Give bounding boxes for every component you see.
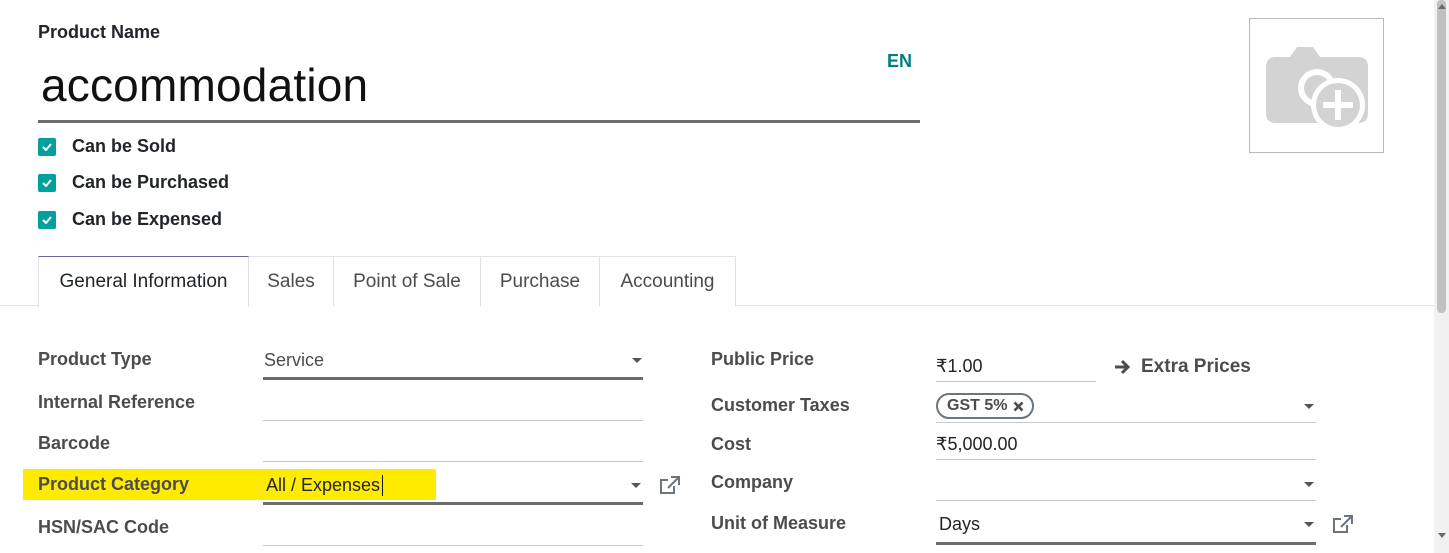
can-be-purchased-checkbox[interactable] — [38, 173, 56, 192]
cost-input[interactable]: ₹5,000.00 — [936, 428, 1316, 460]
arrow-right-icon — [1115, 359, 1131, 375]
checkmark-icon — [42, 178, 52, 187]
gst-tax-tag: GST 5% — [936, 393, 1035, 419]
product-type-select[interactable]: Service — [263, 344, 643, 380]
extra-prices-label: Extra Prices — [1141, 356, 1251, 377]
close-icon[interactable] — [1013, 401, 1024, 412]
barcode-input[interactable] — [263, 428, 643, 462]
external-link-icon[interactable] — [1332, 515, 1353, 534]
scroll-down-arrow[interactable] — [1438, 533, 1446, 538]
tab-point-of-sale[interactable]: Point of Sale — [333, 256, 481, 306]
tab-accounting[interactable]: Accounting — [599, 256, 736, 306]
caret-down-icon — [1304, 482, 1314, 487]
public-price-label: Public Price — [711, 349, 815, 369]
tab-general-information[interactable]: General Information — [38, 256, 249, 307]
caret-down-icon — [1304, 404, 1314, 409]
product-type-label: Product Type — [38, 349, 152, 369]
caret-down-icon — [1304, 522, 1314, 527]
can-be-expensed-label: Can be Expensed — [72, 209, 223, 229]
checkmark-icon — [42, 215, 52, 224]
product-image-upload[interactable] — [1249, 18, 1384, 153]
can-be-sold-label: Can be Sold — [72, 136, 177, 156]
external-link-icon[interactable] — [659, 476, 680, 495]
can-be-sold-row[interactable]: Can be Sold — [38, 136, 176, 157]
scrollbar-thumb[interactable] — [1437, 0, 1446, 313]
product-type-value: Service — [264, 350, 325, 370]
checkmark-icon — [42, 142, 52, 151]
unit-of-measure-select[interactable]: Days — [936, 508, 1316, 545]
product-category-label: Product Category — [38, 474, 190, 494]
caret-down-icon — [631, 483, 641, 488]
can-be-expensed-row[interactable]: Can be Expensed — [38, 209, 222, 230]
notebook-tabs: General Information Sales Point of Sale … — [0, 256, 1434, 307]
unit-of-measure-label: Unit of Measure — [711, 513, 847, 533]
tab-sales[interactable]: Sales — [248, 256, 334, 306]
can-be-expensed-checkbox[interactable] — [38, 210, 56, 229]
caret-down-icon — [632, 358, 642, 363]
unit-of-measure-value: Days — [939, 514, 981, 534]
hsn-sac-code-label: HSN/SAC Code — [38, 517, 170, 537]
barcode-label: Barcode — [38, 433, 111, 453]
scroll-up-arrow[interactable] — [1438, 4, 1446, 9]
camera-plus-icon — [1266, 47, 1368, 132]
product-name-value: accommodation — [41, 59, 369, 111]
extra-prices-button[interactable]: Extra Prices — [1114, 356, 1251, 378]
internal-reference-label: Internal Reference — [38, 392, 196, 412]
cost-label: Cost — [711, 434, 751, 454]
can-be-purchased-row[interactable]: Can be Purchased — [38, 172, 229, 193]
product-name-input[interactable]: accommodation — [38, 52, 920, 123]
gst-tax-tag-label: GST 5% — [947, 397, 1008, 414]
customer-taxes-label: Customer Taxes — [711, 395, 850, 415]
hsn-sac-code-input[interactable] — [263, 512, 643, 546]
cost-value: ₹5,000.00 — [936, 434, 1018, 454]
internal-reference-input[interactable] — [263, 388, 643, 421]
can-be-purchased-label: Can be Purchased — [72, 172, 230, 192]
product-name-label: Product Name — [38, 22, 161, 42]
company-select[interactable] — [936, 467, 1316, 501]
language-button[interactable]: EN — [887, 51, 912, 72]
company-label: Company — [711, 472, 794, 492]
tab-purchase[interactable]: Purchase — [480, 256, 600, 306]
product-category-value: All / Expenses — [266, 475, 384, 496]
public-price-input[interactable]: ₹1.00 — [936, 350, 1096, 382]
product-category-select[interactable]: All / Expenses — [263, 468, 643, 505]
public-price-value: ₹1.00 — [936, 356, 983, 376]
can-be-sold-checkbox[interactable] — [38, 137, 56, 156]
